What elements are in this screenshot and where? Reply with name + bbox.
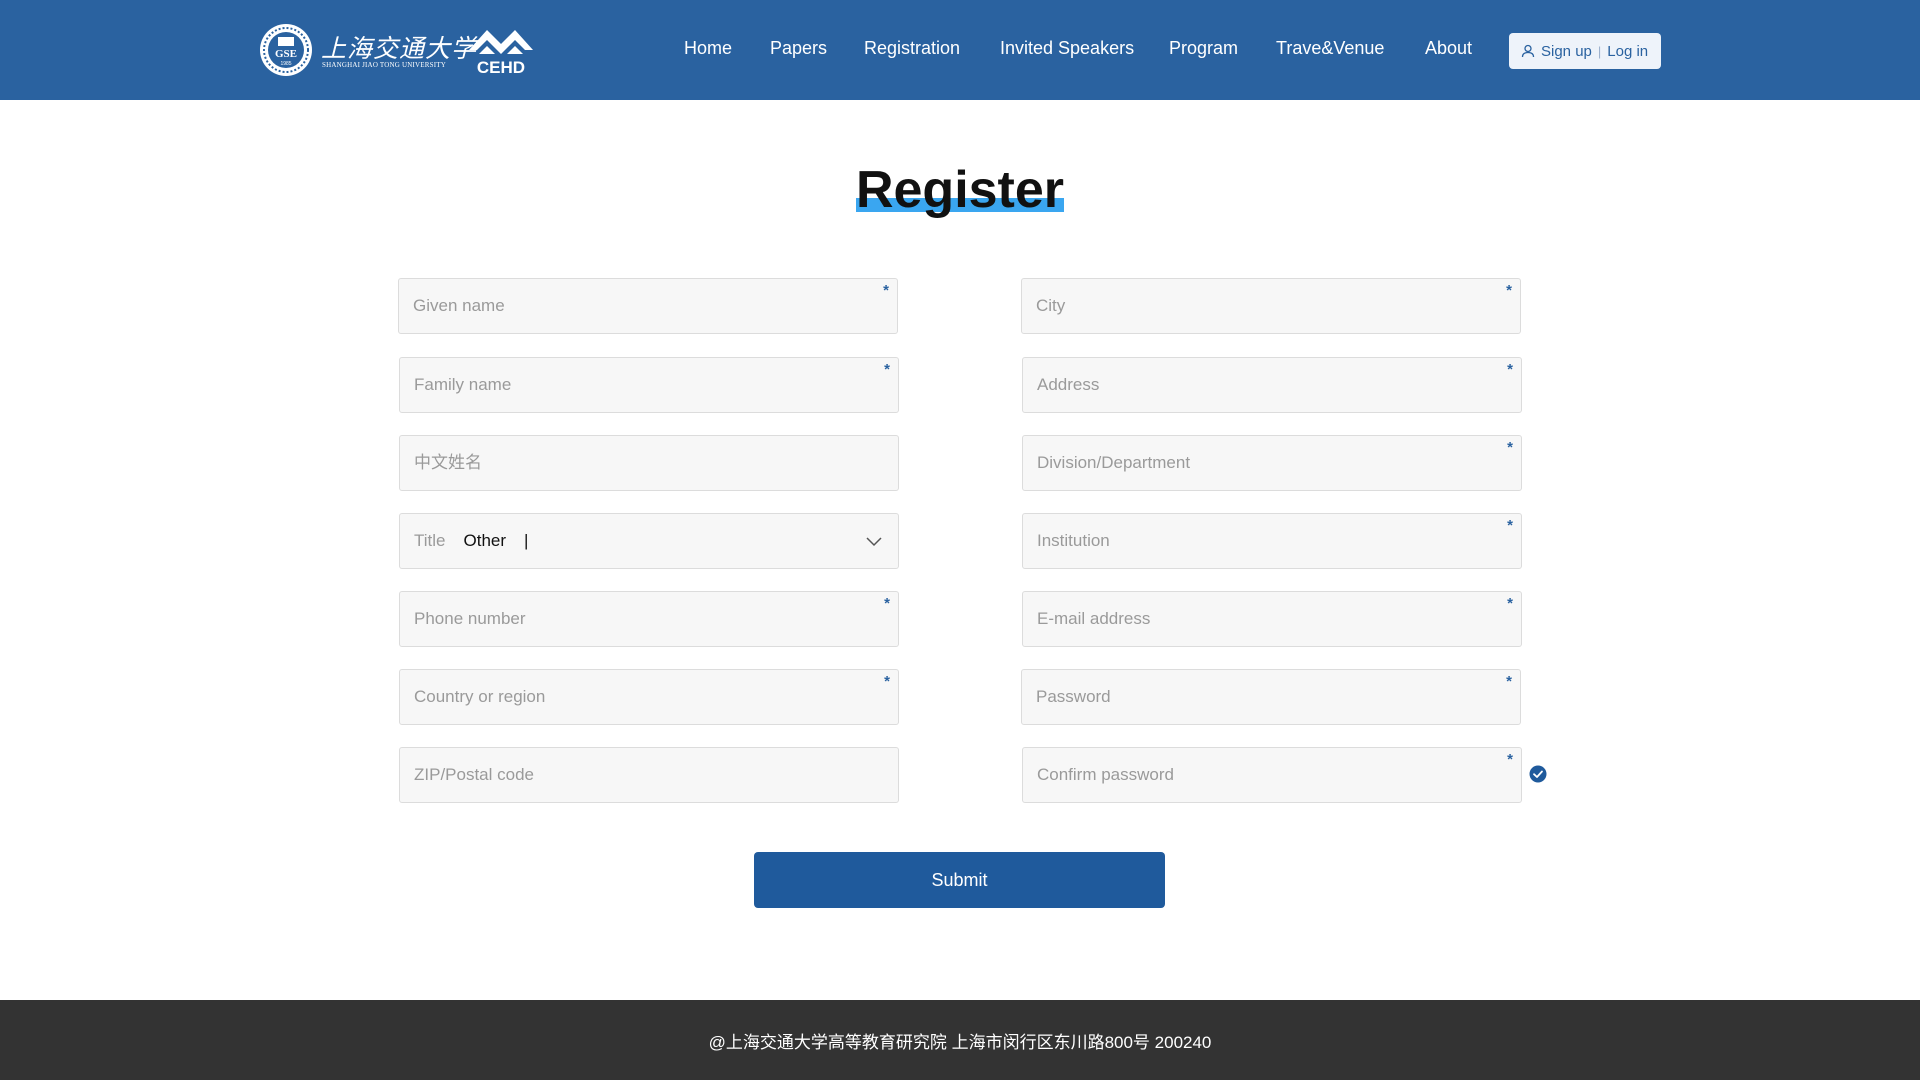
required-marker: * [884, 361, 890, 378]
title-select[interactable]: Title Other | [399, 513, 899, 569]
title-select-label: Title [414, 531, 446, 550]
required-marker: * [884, 673, 890, 690]
title-wrap: Register [0, 160, 1920, 220]
country-input[interactable] [400, 670, 898, 724]
required-marker: * [1507, 439, 1513, 456]
seal-year: 1985 [280, 61, 291, 67]
nav-program[interactable]: Program [1169, 38, 1238, 59]
zip-input[interactable] [400, 748, 898, 802]
country-field: * [399, 669, 899, 725]
nav-papers[interactable]: Papers [770, 38, 827, 59]
chinese-name-input[interactable] [400, 436, 898, 490]
given-name-input[interactable] [399, 279, 897, 333]
email-field: * [1022, 591, 1522, 647]
sjtu-wordmark: 上海交通大学 SHANGHAI JIAO TONG UNIVERSITY [321, 23, 476, 77]
division-input[interactable] [1023, 436, 1521, 490]
seal-text: GSE [275, 48, 297, 60]
required-marker: * [1506, 673, 1512, 690]
footer-address: @上海交通大学高等教育研究院 上海市闵行区东川路800号 200240 [708, 1032, 1212, 1052]
email-input[interactable] [1023, 592, 1521, 646]
division-field: * [1022, 435, 1522, 491]
signup-link[interactable]: Sign up [1541, 43, 1592, 60]
phone-field: * [399, 591, 899, 647]
check-circle-icon [1529, 765, 1547, 783]
nav-about[interactable]: About [1425, 38, 1472, 59]
cehd-text: CEHD [477, 58, 525, 77]
gse-seal-logo: GSE 1985 [260, 24, 312, 76]
required-marker: * [883, 282, 889, 299]
sjtu-name-en: SHANGHAI JIAO TONG UNIVERSITY [322, 61, 446, 69]
footer: @上海交通大学高等教育研究院 上海市闵行区东川路800号 200240 [0, 1000, 1920, 1080]
logo-group[interactable]: GSE 1985 上海交通大学 SHANGHAI JIAO TONG UNIVE… [259, 20, 537, 80]
nav-registration[interactable]: Registration [864, 38, 960, 59]
title-select-value: Other [463, 531, 507, 550]
user-icon [1521, 44, 1535, 58]
chevron-down-icon[interactable] [866, 534, 882, 550]
chinese-name-field [399, 435, 899, 491]
password-input[interactable] [1022, 670, 1520, 724]
address-field: * [1022, 357, 1522, 413]
required-marker: * [1507, 595, 1513, 612]
auth-separator: | [1597, 43, 1602, 59]
institution-field: * [1022, 513, 1522, 569]
top-navbar: GSE 1985 上海交通大学 SHANGHAI JIAO TONG UNIVE… [0, 0, 1920, 100]
required-marker: * [1506, 282, 1512, 299]
required-marker: * [1507, 751, 1513, 768]
city-field: * [1021, 278, 1521, 334]
password-field: * [1021, 669, 1521, 725]
confirm-password-field: * [1022, 747, 1522, 803]
family-name-field: * [399, 357, 899, 413]
sjtu-name-cn: 上海交通大学 [321, 34, 478, 63]
nav-travel-venue[interactable]: Trave&Venue [1276, 38, 1384, 59]
zip-field [399, 747, 899, 803]
required-marker: * [884, 595, 890, 612]
given-name-field: * [398, 278, 898, 334]
page-title: Register [855, 161, 1065, 219]
text-cursor: | [524, 531, 529, 550]
confirm-password-input[interactable] [1023, 748, 1521, 802]
family-name-input[interactable] [400, 358, 898, 412]
city-input[interactable] [1022, 279, 1520, 333]
phone-input[interactable] [400, 592, 898, 646]
login-link[interactable]: Log in [1607, 43, 1648, 60]
submit-button[interactable]: Submit [754, 852, 1165, 908]
address-input[interactable] [1023, 358, 1521, 412]
nav-invited-speakers[interactable]: Invited Speakers [1000, 38, 1134, 59]
institution-input[interactable] [1023, 514, 1521, 568]
required-marker: * [1507, 517, 1513, 534]
auth-box: Sign up | Log in [1509, 33, 1661, 69]
required-marker: * [1507, 361, 1513, 378]
nav-home[interactable]: Home [684, 38, 732, 59]
